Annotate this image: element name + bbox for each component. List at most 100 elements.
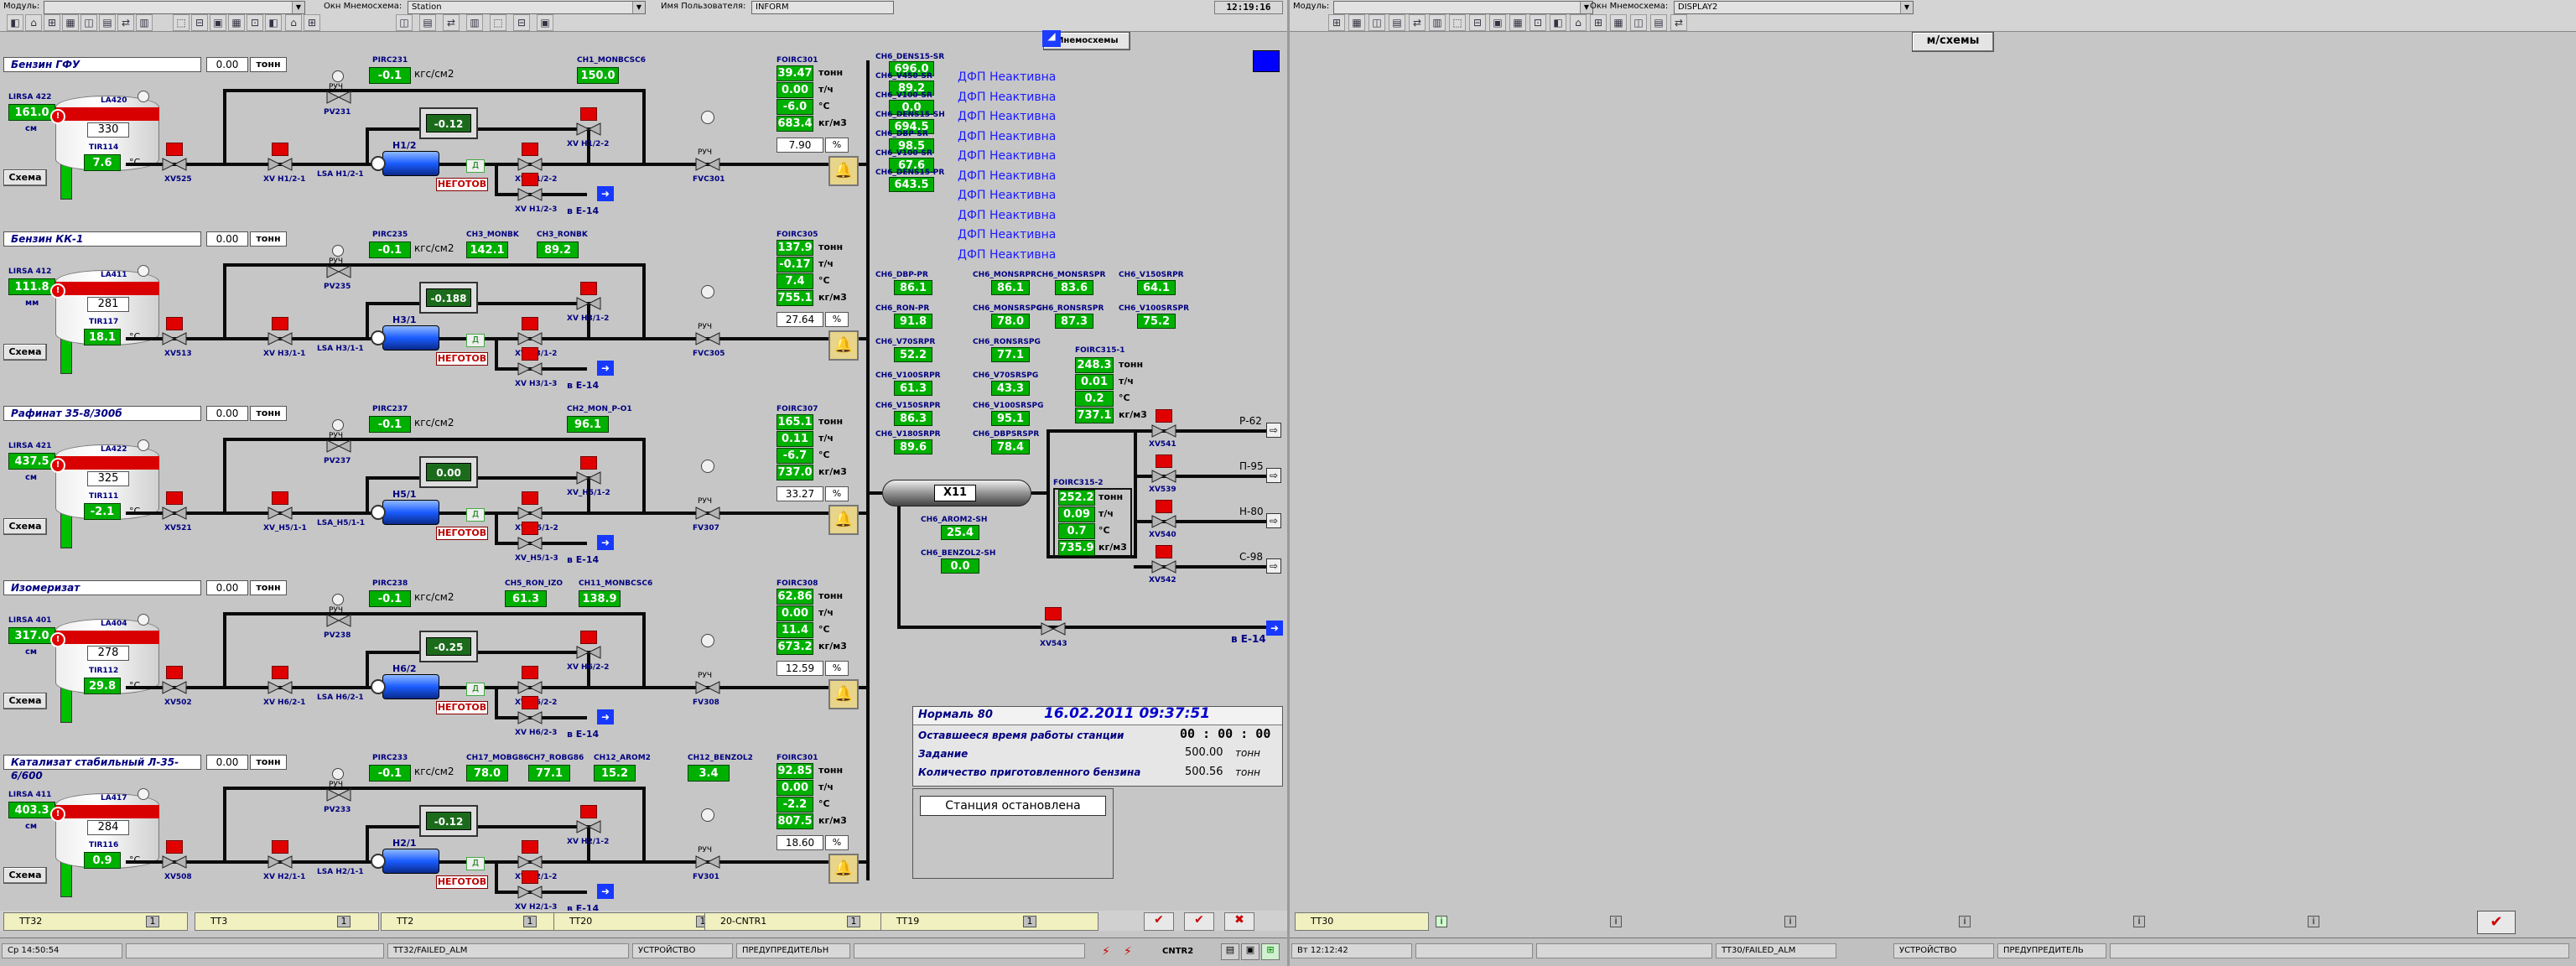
xv-r2-valve[interactable] xyxy=(575,470,602,486)
toolbar-tool-icon[interactable]: ▤ xyxy=(99,14,116,31)
fv-valve[interactable] xyxy=(694,330,721,347)
toolbar-view-icon[interactable]: ◫ xyxy=(396,14,413,31)
xv-r2-valve[interactable] xyxy=(575,818,602,835)
ack-all-icon[interactable]: ✔ xyxy=(1184,912,1214,931)
toolbar-view-icon[interactable]: ▣ xyxy=(537,14,553,31)
alarm-entry[interactable]: TT2 xyxy=(381,912,565,931)
toolbar-tool-icon[interactable]: ⊞ xyxy=(44,14,60,31)
xv-drain-valve[interactable] xyxy=(517,186,543,203)
toolbar-tool-icon[interactable]: ▦ xyxy=(62,14,79,31)
xv-r1-valve[interactable] xyxy=(517,330,543,347)
xv-r2-valve[interactable] xyxy=(575,644,602,661)
silence-icon[interactable]: ✖ xyxy=(1224,912,1254,931)
monitor-icon[interactable]: ▣ xyxy=(1241,943,1259,960)
toolbar-view-icon[interactable]: ▤ xyxy=(419,14,436,31)
toolbar-tool-icon[interactable]: ▦ xyxy=(1610,14,1627,31)
xv-left-valve[interactable] xyxy=(161,505,188,522)
output-valve[interactable] xyxy=(1150,513,1177,530)
toolbar-tool-icon[interactable]: ▦ xyxy=(228,14,245,31)
motor-display[interactable]: 0.00 xyxy=(419,456,478,488)
toolbar-tool-icon[interactable]: ▤ xyxy=(1389,14,1405,31)
arrow-right-icon[interactable]: ➜ xyxy=(597,535,614,550)
pump-icon[interactable] xyxy=(382,151,439,176)
xv-r1-valve[interactable] xyxy=(517,854,543,870)
fv-valve[interactable] xyxy=(694,854,721,870)
toolbar-view-icon[interactable]: ⬚ xyxy=(490,14,506,31)
toolbar-tool-icon[interactable]: ▥ xyxy=(136,14,153,31)
toolbar-tool-icon[interactable]: ◧ xyxy=(265,14,282,31)
arrow-right-icon[interactable]: ➜ xyxy=(597,186,614,201)
pump-icon[interactable] xyxy=(382,325,439,351)
toolbar-tool-icon[interactable]: ⇄ xyxy=(1409,14,1426,31)
toolbar-tool-icon[interactable]: ▦ xyxy=(1348,14,1365,31)
toolbar-tool-icon[interactable]: ▦ xyxy=(1509,14,1526,31)
xv-mid-valve[interactable] xyxy=(267,330,293,347)
right-ack-icon[interactable]: ✔ xyxy=(2477,911,2516,934)
xv-left-valve[interactable] xyxy=(161,156,188,173)
toolbar-tool-icon[interactable]: ▣ xyxy=(210,14,226,31)
toolbar-tool-icon[interactable]: ⊡ xyxy=(1530,14,1546,31)
toolbar-view-icon[interactable]: ⊟ xyxy=(513,14,530,31)
toolbar-tool-icon[interactable]: ⊡ xyxy=(247,14,263,31)
arrow-right-icon[interactable]: ➜ xyxy=(597,884,614,899)
toolbar-tool-icon[interactable]: ⊟ xyxy=(1469,14,1486,31)
toolbar-view-icon[interactable]: ⇄ xyxy=(443,14,460,31)
arrow-right-icon[interactable]: ➜ xyxy=(597,361,614,376)
xv-drain-valve[interactable] xyxy=(517,535,543,552)
xv-r2-valve[interactable] xyxy=(575,121,602,138)
bell-icon[interactable]: 🔔 xyxy=(828,330,859,361)
right-module-select[interactable]: ▼ xyxy=(1333,1,1593,14)
pump-icon[interactable] xyxy=(382,500,439,525)
fv-valve[interactable] xyxy=(694,505,721,522)
bell-icon[interactable]: 🔔 xyxy=(828,156,859,186)
alarm-entry[interactable]: TT19 xyxy=(880,912,1098,931)
arrow-right-icon[interactable]: ⇨ xyxy=(1266,423,1281,438)
bell-icon[interactable]: 🔔 xyxy=(828,505,859,535)
toolbar-tool-icon[interactable]: ▣ xyxy=(1489,14,1506,31)
scheme-button[interactable]: м/схемы xyxy=(1912,32,1994,52)
arrow-right-icon[interactable]: ➜ xyxy=(597,709,614,724)
toolbar-tool-icon[interactable]: ◫ xyxy=(80,14,97,31)
schema-button[interactable]: Схема xyxy=(3,169,47,186)
alarm-entry[interactable]: TT32 xyxy=(3,912,188,931)
xv-mid-valve[interactable] xyxy=(267,854,293,870)
toolbar-tool-icon[interactable]: ⇄ xyxy=(117,14,134,31)
xv-r1-valve[interactable] xyxy=(517,156,543,173)
xv-drain-valve[interactable] xyxy=(517,884,543,901)
alarm-entry[interactable]: TT30 xyxy=(1295,912,1429,931)
toolbar-tool-icon[interactable]: ⊟ xyxy=(191,14,208,31)
fv-valve[interactable] xyxy=(694,679,721,696)
pump-icon[interactable] xyxy=(382,849,439,874)
schema-button[interactable]: Схема xyxy=(3,344,47,361)
toolbar-tool-icon[interactable]: ⌂ xyxy=(25,14,42,31)
xv-r1-valve[interactable] xyxy=(517,679,543,696)
xv543-valve[interactable] xyxy=(1040,621,1067,637)
xv-drain-valve[interactable] xyxy=(517,361,543,377)
left-module-select[interactable]: ▼ xyxy=(44,1,305,14)
arrow-right-icon[interactable]: ⇨ xyxy=(1266,558,1281,574)
xv-left-valve[interactable] xyxy=(161,679,188,696)
fv-valve[interactable] xyxy=(694,156,721,173)
output-valve[interactable] xyxy=(1150,423,1177,439)
toolbar-tool-icon[interactable]: ◫ xyxy=(1630,14,1647,31)
arrow-right-icon[interactable]: ⇨ xyxy=(1266,513,1281,528)
display-icon[interactable]: ◢ xyxy=(1042,30,1061,47)
xv-r2-valve[interactable] xyxy=(575,295,602,312)
toolbar-tool-icon[interactable]: ⬚ xyxy=(173,14,190,31)
alarm-entry[interactable]: TT3 xyxy=(195,912,379,931)
toolbar-tool-icon[interactable]: ⊞ xyxy=(304,14,320,31)
toolbar-tool-icon[interactable]: ◧ xyxy=(7,14,23,31)
left-mnemo-select[interactable]: Station ▼ xyxy=(408,1,646,14)
motor-display[interactable]: -0.188 xyxy=(419,282,478,314)
grid-icon[interactable]: ⊞ xyxy=(1261,943,1280,960)
toolbar-view-icon[interactable]: ▥ xyxy=(466,14,483,31)
pump-icon[interactable] xyxy=(382,674,439,699)
bell-icon[interactable]: 🔔 xyxy=(828,854,859,884)
toolbar-tool-icon[interactable]: ◧ xyxy=(1550,14,1566,31)
toolbar-tool-icon[interactable]: ◫ xyxy=(1368,14,1385,31)
motor-display[interactable]: -0.12 xyxy=(419,107,478,139)
bell-icon[interactable]: 🔔 xyxy=(828,679,859,709)
alarm-entry[interactable]: 20-CNTR1 xyxy=(704,912,889,931)
output-valve[interactable] xyxy=(1150,558,1177,575)
toolbar-tool-icon[interactable]: ⌂ xyxy=(1570,14,1587,31)
